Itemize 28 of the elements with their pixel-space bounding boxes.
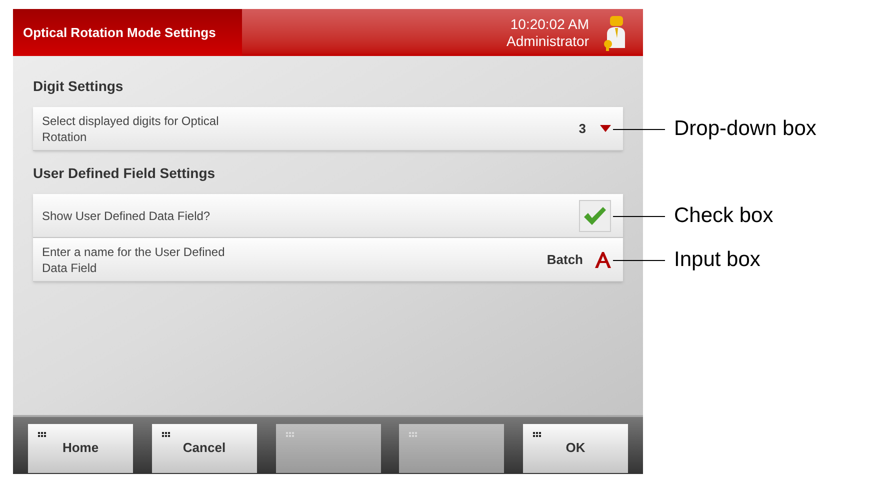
setting-label: Show User Defined Data Field? <box>42 208 212 224</box>
setting-row[interactable]: Show User Defined Data Field? <box>33 194 623 238</box>
callout-label: Drop-down box <box>674 116 816 142</box>
setting-label: Select displayed digits for Optical Rotation <box>42 112 220 144</box>
footer-button[interactable]: OK <box>523 424 628 472</box>
footer-button[interactable]: Home <box>28 424 133 472</box>
section-heading: User Defined Field Settings <box>33 164 216 183</box>
grid-icon <box>38 432 47 438</box>
checkbox[interactable] <box>579 200 611 232</box>
footer-button[interactable]: Cancel <box>152 424 257 472</box>
clock-time: 10:20:02 AM <box>510 16 589 32</box>
screen-title: Optical Rotation Mode Settings <box>13 9 242 56</box>
check-icon <box>583 206 607 226</box>
dropdown-value: 3 <box>578 120 586 138</box>
dropdown-arrow-icon[interactable] <box>600 125 611 132</box>
setting-label: Enter a name for the User Defined Data Field <box>42 244 226 276</box>
user-name: Administrator <box>506 32 589 50</box>
section-heading: Digit Settings <box>33 77 124 96</box>
callout-label: Check box <box>674 203 774 230</box>
grid-icon <box>286 432 294 438</box>
setting-row[interactable]: Enter a name for the User Defined Data Field Batch <box>33 238 623 282</box>
input-value[interactable]: Batch <box>546 250 583 270</box>
grid-icon <box>409 432 418 438</box>
grid-icon <box>162 432 171 438</box>
text-input-icon[interactable] <box>595 252 611 268</box>
grid-icon <box>533 432 542 438</box>
setting-row[interactable]: Select displayed digits for Optical Rotation 3 <box>33 107 623 151</box>
callout-label: Input box <box>674 247 760 274</box>
